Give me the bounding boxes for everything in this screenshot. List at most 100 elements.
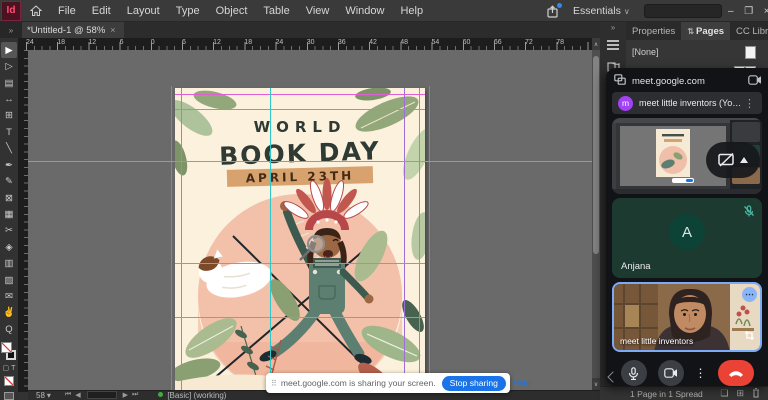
margin-guide-left[interactable] xyxy=(181,88,182,400)
picture-in-picture-icon[interactable] xyxy=(744,328,755,346)
scissors-tool[interactable]: ✂ xyxy=(1,223,17,239)
pen-tool[interactable]: ✒ xyxy=(1,157,17,173)
end-call-button[interactable] xyxy=(718,360,754,386)
home-icon[interactable] xyxy=(30,5,42,17)
menu-view[interactable]: View xyxy=(306,5,330,17)
close-tab-icon[interactable]: × xyxy=(110,25,115,35)
menu-file[interactable]: File xyxy=(58,5,76,17)
self-video-tile[interactable]: ⋯ meet little inventors xyxy=(612,282,762,352)
microphone-button[interactable] xyxy=(621,360,647,386)
master-none-row[interactable]: [None] xyxy=(626,44,768,60)
tab-cc-libraries[interactable]: CC Libraries xyxy=(730,22,768,40)
delete-page-icon[interactable] xyxy=(752,388,760,400)
free-transform-tool[interactable]: ◈ xyxy=(1,239,17,255)
share-screen-icon[interactable] xyxy=(546,5,559,18)
menu-layout[interactable]: Layout xyxy=(127,5,160,17)
fill-swatch-none[interactable] xyxy=(1,342,12,353)
google-meet-panel: meet.google.com m meet little inventors … xyxy=(606,68,768,386)
margin-guide-right[interactable] xyxy=(419,88,420,400)
menu-type[interactable]: Type xyxy=(176,5,200,17)
first-page-button[interactable]: ⏮ xyxy=(65,391,71,399)
camera-icon[interactable] xyxy=(748,72,762,90)
hide-link[interactable]: Hide xyxy=(513,378,531,388)
formatting-container-icon[interactable]: ▢ xyxy=(3,364,10,372)
document-canvas[interactable]: WORLD BOOK DAY APRIL 23TH xyxy=(28,50,600,400)
vertical-scrollbar[interactable] xyxy=(592,50,600,390)
gradient-tool[interactable]: ▥ xyxy=(1,255,17,271)
rectangle-tool[interactable]: ▦ xyxy=(1,206,17,222)
line-tool[interactable]: ╲ xyxy=(1,141,17,157)
page-tool[interactable]: ▤ xyxy=(1,75,17,91)
menu-edit[interactable]: Edit xyxy=(92,5,111,17)
drag-handle-icon[interactable]: ⠿ xyxy=(271,379,277,388)
ruler-guide-h4[interactable] xyxy=(175,317,425,318)
menu-object[interactable]: Object xyxy=(216,5,248,17)
content-collector-tool[interactable]: ⊞ xyxy=(1,108,17,124)
ruler-guide-h3[interactable] xyxy=(175,263,425,264)
document-tab[interactable]: *Untitled-1 @ 58% × xyxy=(22,22,124,38)
expand-arrow-icon[interactable] xyxy=(740,157,748,163)
pages-arrows-icon: ⇅ xyxy=(687,27,694,36)
prev-page-button[interactable]: ◀ xyxy=(75,391,80,399)
note-tool[interactable]: ✉ xyxy=(1,288,17,304)
meeting-info-row[interactable]: m meet little inventors (You… ⋮ xyxy=(612,92,762,114)
selection-tool[interactable]: ▶ xyxy=(1,42,17,58)
scroll-up-arrow[interactable]: ∧ xyxy=(592,38,600,50)
zoom-tool[interactable]: Q xyxy=(1,321,17,337)
window-close-button[interactable]: × xyxy=(758,0,768,22)
tools-panel-collapse-icon[interactable]: » xyxy=(0,22,22,38)
scrollbar-thumb[interactable] xyxy=(593,56,599,254)
participant-tile-anjana[interactable]: A Anjana xyxy=(612,198,762,278)
tab-pages[interactable]: ⇅Pages xyxy=(681,22,730,40)
ruler-guide-h1[interactable] xyxy=(175,109,425,110)
gap-tool[interactable]: ↔ xyxy=(1,91,17,107)
screen-mode-icon[interactable] xyxy=(4,392,14,400)
type-tool[interactable]: T xyxy=(1,124,17,140)
new-page-icon[interactable]: ⊞ xyxy=(736,388,744,399)
fill-stroke-swatches[interactable] xyxy=(1,342,17,364)
pencil-tool[interactable]: ✎ xyxy=(1,173,17,189)
indesign-logo-icon: Id xyxy=(1,1,21,21)
tab-switch-icon[interactable] xyxy=(614,72,626,90)
formatting-affects-icons[interactable]: ▢ T xyxy=(2,363,16,373)
menu-table[interactable]: Table xyxy=(263,5,289,17)
menu-help[interactable]: Help xyxy=(400,5,423,17)
panel-menu-icon[interactable] xyxy=(607,40,619,50)
last-page-button[interactable]: ⏭ xyxy=(132,391,138,399)
more-options-icon[interactable]: ⋮ xyxy=(744,97,755,110)
stop-presenting-icon[interactable] xyxy=(718,153,736,167)
preflight-label[interactable]: [Basic] (working) xyxy=(167,391,226,400)
camera-button[interactable] xyxy=(658,360,684,386)
frame-tool[interactable]: ⊠ xyxy=(1,190,17,206)
formatting-text-icon[interactable]: T xyxy=(11,365,15,372)
margin-guide-top[interactable] xyxy=(175,94,425,95)
page-curl-icon[interactable]: ❏ xyxy=(720,388,728,399)
workspace-switcher[interactable]: Essentials xyxy=(573,5,621,17)
poster-page[interactable]: WORLD BOOK DAY APRIL 23TH xyxy=(175,88,425,400)
more-controls-icon[interactable]: ⋮ xyxy=(695,366,707,380)
hand-tool[interactable]: ✌ xyxy=(1,305,17,321)
apply-none-swatch[interactable] xyxy=(4,376,14,386)
search-input[interactable] xyxy=(644,4,722,18)
bleed-guide-left[interactable] xyxy=(171,86,172,400)
tab-properties[interactable]: Properties xyxy=(626,22,681,40)
dock-collapse-icon[interactable]: » xyxy=(611,23,615,32)
bleed-guide-right[interactable] xyxy=(429,86,430,400)
next-page-button[interactable]: ▶ xyxy=(123,391,128,399)
window-restore-button[interactable]: ❐ xyxy=(740,0,758,22)
ruler-guide-v[interactable] xyxy=(270,88,271,400)
zoom-level-select[interactable]: 58▾ xyxy=(36,391,51,400)
page-number-input[interactable] xyxy=(87,391,117,399)
stop-sharing-button[interactable]: Stop sharing xyxy=(442,376,506,391)
scroll-down-arrow[interactable]: ∨ xyxy=(592,378,600,390)
direct-selection-tool[interactable]: ▷ xyxy=(1,58,17,74)
column-guide[interactable] xyxy=(404,88,405,400)
window-minimize-button[interactable]: – xyxy=(722,0,740,22)
chevron-down-icon: ∨ xyxy=(624,7,630,16)
ruler-guide-h2[interactable] xyxy=(28,161,592,162)
presentation-control-overlay[interactable] xyxy=(706,142,760,178)
menu-window[interactable]: Window xyxy=(345,5,384,17)
tile-options-badge[interactable]: ⋯ xyxy=(742,287,757,302)
master-none-thumbnail[interactable] xyxy=(745,46,756,59)
gradient-feather-tool[interactable]: ▨ xyxy=(1,272,17,288)
